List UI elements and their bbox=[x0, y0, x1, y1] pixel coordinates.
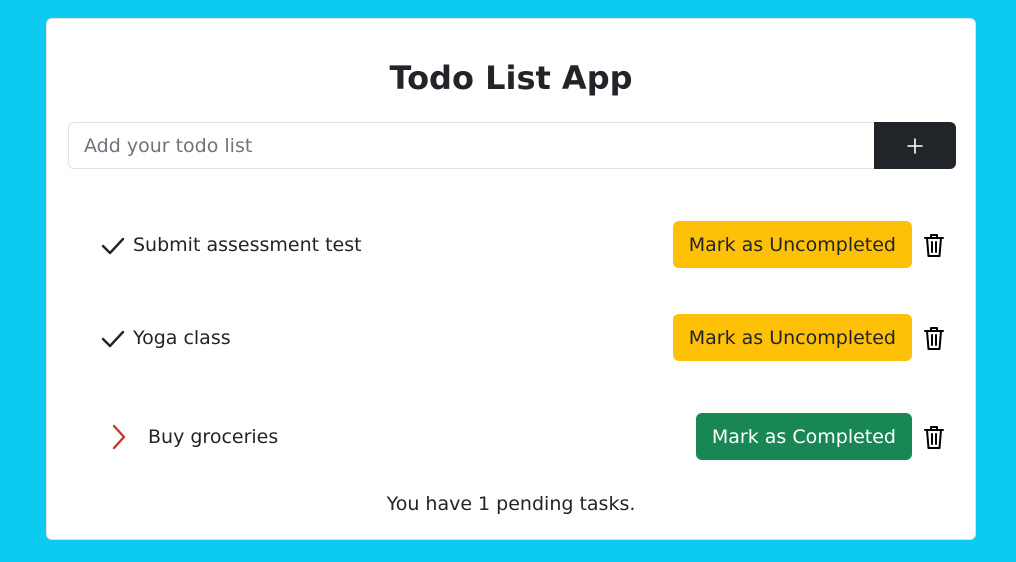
todo-text: Yoga class bbox=[133, 327, 231, 349]
add-todo-group bbox=[68, 122, 956, 169]
trash-icon[interactable] bbox=[912, 413, 956, 460]
checkmark-icon bbox=[100, 235, 126, 257]
mark-completed-button[interactable]: Mark as Completed bbox=[695, 413, 912, 460]
todo-item: Submit assessment test Mark as Uncomplet… bbox=[68, 221, 956, 269]
todo-item: Yoga class Mark as Uncompleted bbox=[68, 314, 956, 362]
trash-icon[interactable] bbox=[912, 314, 956, 361]
trash-icon[interactable] bbox=[912, 221, 956, 268]
mark-uncompleted-button[interactable]: Mark as Uncompleted bbox=[672, 314, 912, 361]
todo-card: Todo List App Submit assessment test Mar… bbox=[46, 18, 976, 540]
plus-icon bbox=[907, 137, 923, 154]
todo-item: Buy groceries Mark as Completed bbox=[68, 413, 956, 461]
checkmark-icon bbox=[100, 328, 126, 350]
add-todo-button[interactable] bbox=[874, 122, 956, 169]
chevron-right-icon bbox=[110, 423, 128, 451]
mark-uncompleted-button[interactable]: Mark as Uncompleted bbox=[672, 221, 912, 268]
page-title: Todo List App bbox=[389, 59, 633, 97]
todo-text: Submit assessment test bbox=[133, 234, 362, 256]
pending-count: You have 1 pending tasks. bbox=[386, 493, 636, 515]
todo-text: Buy groceries bbox=[148, 426, 279, 448]
todo-input[interactable] bbox=[68, 122, 874, 169]
